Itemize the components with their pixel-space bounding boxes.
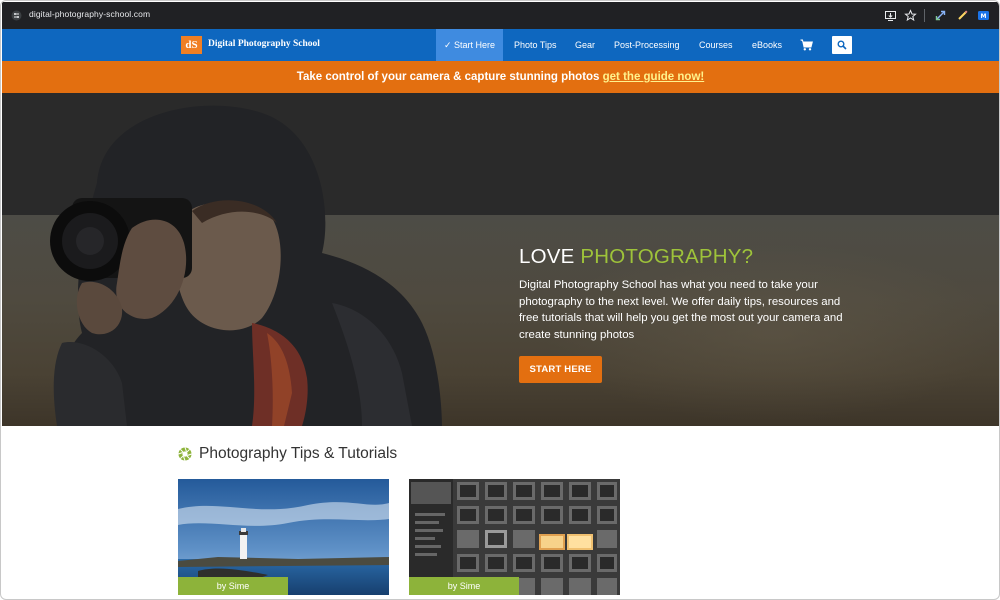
install-app-icon[interactable] <box>884 9 897 22</box>
tutorial-card[interactable]: by Sime <box>409 479 620 595</box>
promo-link[interactable]: get the guide now! <box>603 71 705 83</box>
start-here-button[interactable]: START HERE <box>519 356 602 383</box>
photographer-image <box>50 105 442 426</box>
hero-title-plain: LOVE <box>519 245 581 268</box>
search-icon <box>837 40 847 50</box>
cart-icon[interactable] <box>800 39 813 51</box>
browser-window: digital-photography-school.com M dS Digi… <box>0 0 1000 600</box>
nav-gear[interactable]: Gear <box>575 29 595 61</box>
search-button[interactable] <box>832 36 852 54</box>
author-tag[interactable]: by Sime <box>178 577 288 595</box>
extension-m-icon[interactable]: M <box>977 9 990 22</box>
hero-title: LOVE PHOTOGRAPHY? <box>519 245 753 269</box>
aperture-icon <box>178 447 192 461</box>
bookmark-star-icon[interactable] <box>904 9 917 22</box>
promo-banner: Take control of your camera & capture st… <box>2 61 999 93</box>
author-tag[interactable]: by Sime <box>409 577 519 595</box>
site-info-icon[interactable] <box>11 10 22 21</box>
logo-text[interactable]: Digital Photography School <box>208 39 320 49</box>
hero-description: Digital Photography School has what you … <box>519 279 843 341</box>
extension-link-icon[interactable] <box>934 9 947 22</box>
nav-start-here[interactable]: ✓ Start Here <box>436 29 504 61</box>
tutorial-card[interactable]: by Sime <box>178 479 389 595</box>
nav-courses[interactable]: Courses <box>699 29 733 61</box>
address-bar-url[interactable]: digital-photography-school.com <box>29 9 150 19</box>
logo-mark[interactable]: dS <box>181 36 202 54</box>
hero-title-highlight: PHOTOGRAPHY? <box>580 245 754 268</box>
tips-section-title: Photography Tips & Tutorials <box>199 445 398 462</box>
nav-photo-tips[interactable]: Photo Tips <box>514 29 557 61</box>
promo-text: Take control of your camera & capture st… <box>296 71 603 83</box>
svg-text:M: M <box>981 13 987 20</box>
toolbar-divider <box>924 9 925 22</box>
hero-section: LOVE PHOTOGRAPHY? Digital Photography Sc… <box>2 93 999 426</box>
extension-pen-icon[interactable] <box>956 9 969 22</box>
browser-toolbar: digital-photography-school.com M <box>2 2 999 29</box>
nav-ebooks[interactable]: eBooks <box>752 29 782 61</box>
nav-post-processing[interactable]: Post-Processing <box>614 29 680 61</box>
